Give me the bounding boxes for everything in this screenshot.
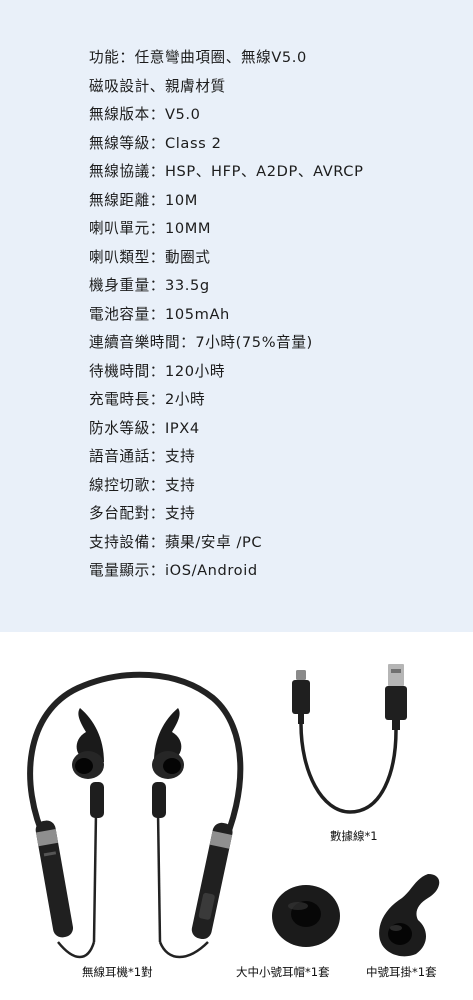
eartips-caption: 大中小號耳帽*1套 [236,965,330,979]
cable-caption: 數據線*1 [330,829,378,843]
spec-row: 充電時長：2小時 [89,391,206,408]
earhook-image [368,868,448,960]
spec-row: 多台配對：支持 [89,505,196,522]
spec-row: 無線距離：10M [89,191,198,209]
spec-row: 電量顯示：iOS/Android [89,562,258,579]
spec-row: 無線版本：V5.0 [89,106,201,123]
spec-row: 支持設備：蘋果/安卓 /PC [89,533,263,551]
spec-row: 線控切歌：支持 [89,476,196,494]
spec-row: 電池容量：105mAh [89,305,230,323]
spec-row: 喇叭類型：動圈式 [89,248,211,266]
spec-row: 防水等級：IPX4 [89,419,200,437]
spec-panel: 功能：任意彎曲項圈、無線V5.0 磁吸設計、親膚材質 無線版本：V5.0 無線等… [0,0,473,632]
neckband-headset-image [8,662,258,962]
spec-row: 語音通話：支持 [89,448,196,465]
package-contents: 無線耳機*1對 數據線*1 大中小號耳帽*1套 中號耳掛*1套 [0,632,473,1000]
earhook-caption: 中號耳掛*1套 [366,965,437,979]
spec-row: 連續音樂時間：7小時(75%音量) [89,334,313,351]
spec-row: 機身重量：33.5g [89,277,210,294]
headset-caption: 無線耳機*1對 [82,965,153,979]
spec-row: 功能：任意彎曲項圈、無線V5.0 [89,49,307,66]
spec-row: 喇叭單元：10MM [89,220,212,237]
eartips-image [268,880,344,950]
spec-row: 磁吸設計、親膚材質 [89,77,226,95]
spec-row: 無線等級：Class 2 [89,134,222,152]
spec-row: 待機時間：120小時 [89,362,226,380]
usb-cable-image [282,662,432,822]
spec-row: 無線協議：HSP、HFP、A2DP、AVRCP [89,163,364,180]
spec-list: 功能：任意彎曲項圈、無線V5.0 磁吸設計、親膚材質 無線版本：V5.0 無線等… [89,44,364,586]
